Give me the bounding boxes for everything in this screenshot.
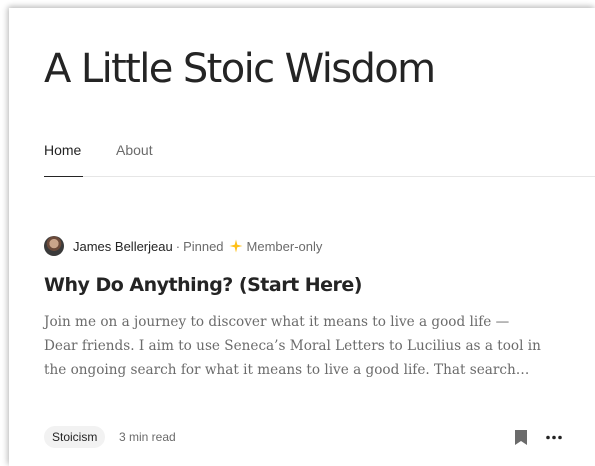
author-avatar[interactable] [44, 236, 64, 256]
tab-home[interactable]: Home [44, 142, 81, 158]
excerpt-line: the ongoing search for what it means to … [44, 362, 530, 378]
tab-about[interactable]: About [116, 142, 153, 158]
tag-stoicism[interactable]: Stoicism [44, 426, 106, 448]
post-title[interactable]: Why Do Anything? (Start Here) [44, 274, 363, 296]
author-name[interactable]: James Bellerjeau [73, 239, 173, 254]
post-meta: James Bellerjeau · Pinned Member-only [44, 235, 322, 257]
member-star-icon [229, 239, 243, 253]
excerpt-line: Dear friends. I aim to use Seneca’s Mora… [44, 338, 541, 354]
meta-separator: · [175, 238, 181, 254]
member-only-label: Member-only [246, 238, 323, 254]
post-excerpt[interactable]: Join me on a journey to discover what it… [44, 310, 564, 382]
read-time: 3 min read [119, 430, 176, 444]
page-frame: A Little Stoic Wisdom Home About James B… [9, 8, 595, 466]
pinned-label: Pinned [183, 238, 224, 254]
nav-tabs: Home About [44, 138, 595, 177]
more-options-icon[interactable] [545, 429, 563, 446]
excerpt-line: Join me on a journey to discover what it… [44, 314, 510, 330]
bookmark-icon[interactable] [514, 429, 528, 446]
active-tab-indicator [44, 176, 83, 177]
blog-title[interactable]: A Little Stoic Wisdom [44, 47, 436, 91]
